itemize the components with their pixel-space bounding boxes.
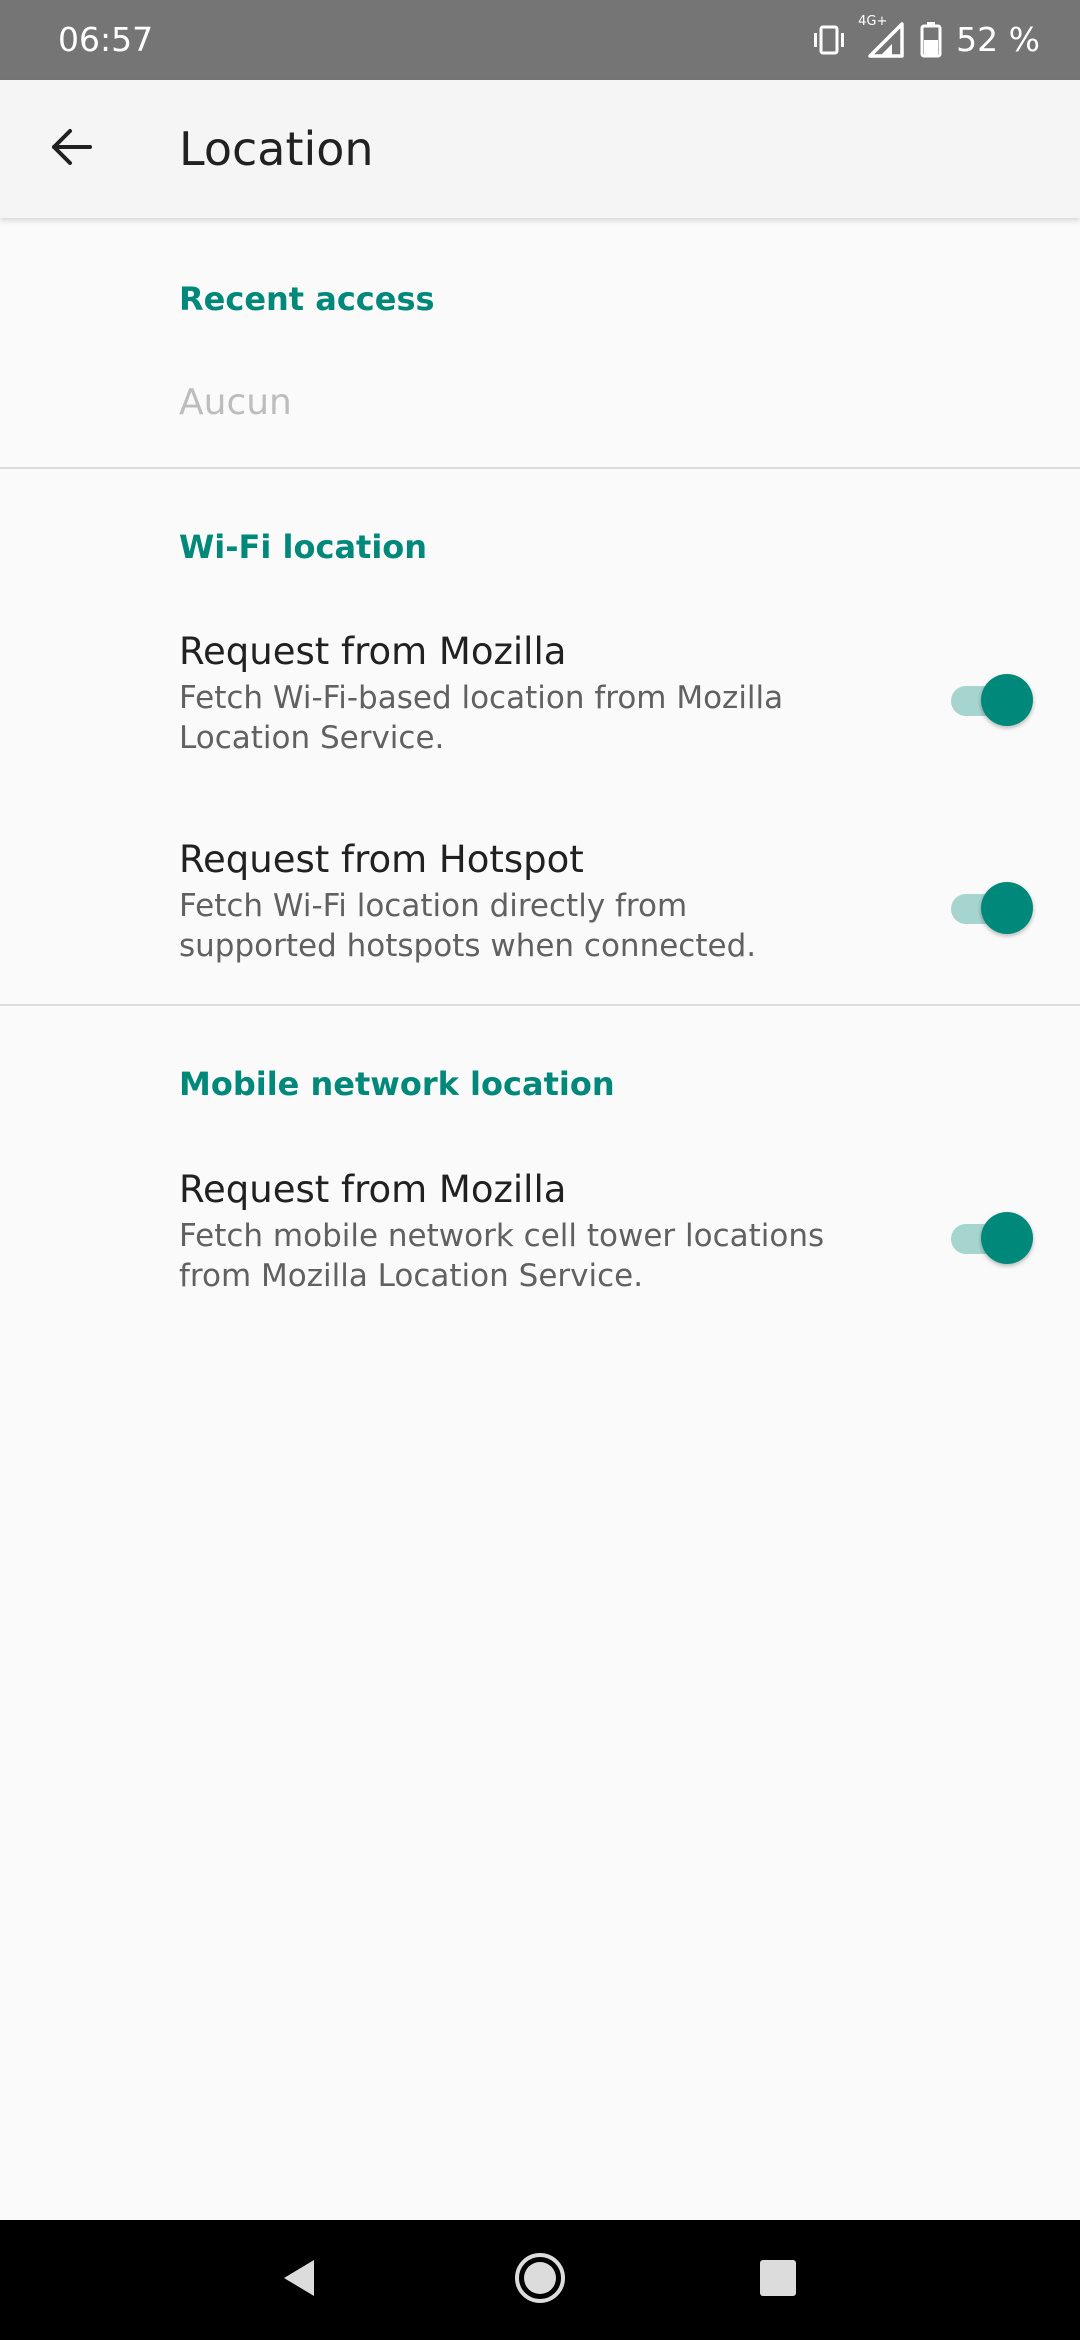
pref-summary: Fetch mobile network cell tower location… bbox=[179, 1218, 825, 1294]
wifi-request-hotspot-row[interactable]: Request from Hotspot Fetch Wi-Fi locatio… bbox=[0, 818, 1080, 1018]
nav-back-icon bbox=[278, 2256, 322, 2304]
nav-recents-button[interactable] bbox=[738, 2240, 818, 2320]
app-toolbar: Location bbox=[0, 80, 1080, 218]
switch-thumb bbox=[981, 882, 1033, 934]
wifi-hotspot-toggle[interactable] bbox=[951, 880, 1033, 936]
divider bbox=[0, 467, 1080, 469]
nav-home-button[interactable] bbox=[500, 2240, 580, 2320]
nav-recents-icon bbox=[758, 2258, 798, 2302]
wifi-mozilla-toggle[interactable] bbox=[951, 672, 1033, 728]
switch-thumb bbox=[981, 1212, 1033, 1264]
back-button[interactable] bbox=[24, 101, 120, 197]
arrow-back-icon bbox=[50, 125, 94, 173]
switch-thumb bbox=[981, 674, 1033, 726]
navigation-bar bbox=[0, 2220, 1080, 2340]
nav-back-button[interactable] bbox=[260, 2240, 340, 2320]
recent-access-empty: Aucun bbox=[179, 382, 292, 423]
pref-title: Request from Hotspot bbox=[179, 838, 584, 881]
pref-summary: Fetch Wi-Fi location directly from suppo… bbox=[179, 888, 757, 964]
page-title: Location bbox=[179, 122, 374, 176]
pref-title: Request from Mozilla bbox=[179, 1168, 567, 1211]
status-time: 06:57 bbox=[58, 20, 154, 59]
vibrate-icon bbox=[810, 23, 848, 57]
pref-title: Request from Mozilla bbox=[179, 630, 567, 673]
signal-icon: 4G+ bbox=[858, 14, 906, 60]
divider bbox=[0, 1004, 1080, 1006]
mobile-mozilla-toggle[interactable] bbox=[951, 1210, 1033, 1266]
status-bar: 06:57 4G+ 52 % bbox=[0, 0, 1080, 80]
wifi-request-mozilla-row[interactable]: Request from Mozilla Fetch Wi-Fi-based l… bbox=[0, 608, 1080, 808]
recent-access-header: Recent access bbox=[179, 280, 435, 318]
pref-summary: Fetch Wi-Fi-based location from Mozilla … bbox=[179, 680, 784, 756]
status-icons: 4G+ 52 % bbox=[810, 14, 1040, 62]
network-type-label: 4G+ bbox=[858, 14, 888, 29]
battery-icon bbox=[920, 22, 942, 58]
battery-percent: 52 % bbox=[956, 20, 1040, 59]
wifi-location-header: Wi-Fi location bbox=[179, 528, 428, 566]
mobile-network-location-header: Mobile network location bbox=[179, 1065, 615, 1103]
mobile-request-mozilla-row[interactable]: Request from Mozilla Fetch mobile networ… bbox=[0, 1146, 1080, 1346]
nav-home-icon bbox=[512, 2250, 568, 2310]
